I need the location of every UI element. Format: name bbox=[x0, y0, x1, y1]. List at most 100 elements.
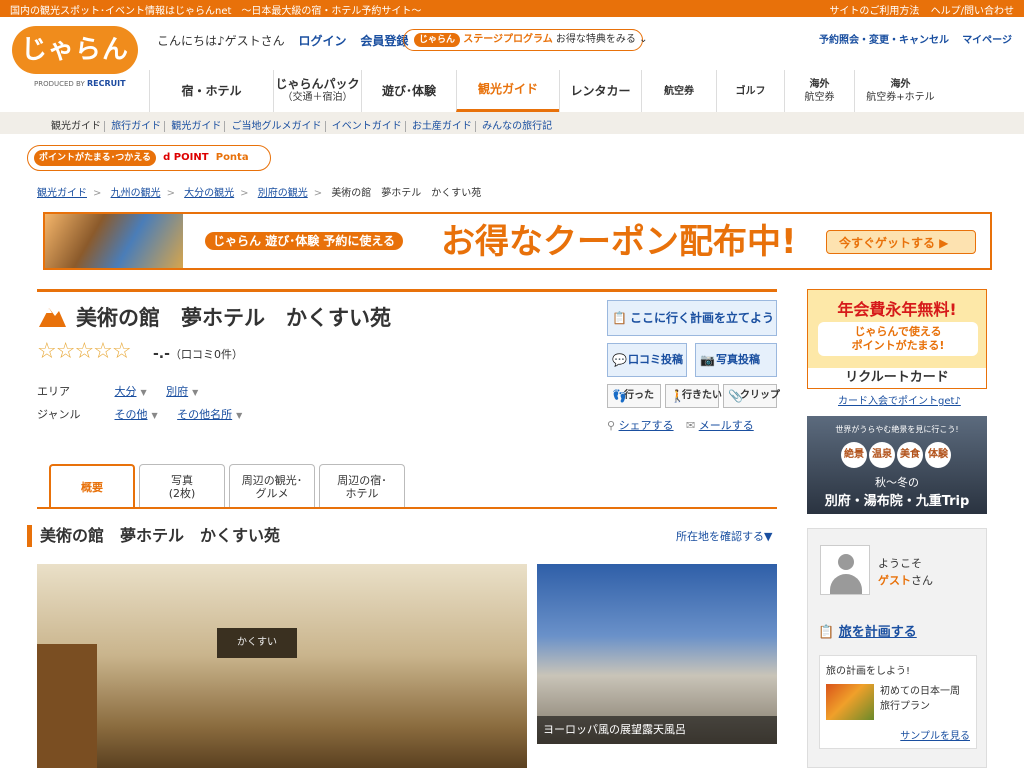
plan-trip-button[interactable]: 📋 ここに行く計画を立てよう bbox=[607, 300, 777, 336]
help-link[interactable]: ヘルプ/問い合わせ bbox=[931, 6, 1014, 17]
stage-name: ステージプログラム bbox=[463, 34, 553, 45]
genre-other-place-link[interactable]: その他名所 bbox=[177, 408, 232, 421]
rating-score: -.- bbox=[153, 346, 170, 362]
nav-overseas-hotel[interactable]: 海外 航空券+ホテル bbox=[854, 70, 946, 112]
rating-summary: -.-（口コミ0件） bbox=[153, 346, 243, 362]
tab-text: 写真 (2枚) bbox=[169, 474, 196, 500]
jalan-logo[interactable]: じゃらん bbox=[12, 26, 138, 74]
produced-by: PRODUCED BY RECRUIT bbox=[34, 79, 126, 88]
chevron-down-icon: ⌄ bbox=[639, 34, 648, 45]
subnav-sightseeing-guide[interactable]: 観光ガイド bbox=[168, 121, 226, 132]
coupon-banner[interactable]: じゃらん 遊び･体験 予約に使える お得なクーポン配布中! 今すぐゲットする ▶ bbox=[43, 212, 992, 270]
coupon-photos bbox=[45, 214, 183, 268]
recruit-foot: リクルートカード bbox=[808, 368, 986, 388]
points-banner[interactable]: ポイントがたまる･つかえる d POINT Ponta bbox=[27, 145, 271, 171]
sub-nav: 観光ガイド 旅行ガイド 観光ガイド ご当地グルメガイド イベントガイド お土産ガ… bbox=[0, 112, 1024, 134]
nav-flights[interactable]: 航空券 bbox=[641, 70, 716, 112]
plan-trip-label: ここに行く計画を立てよう bbox=[630, 311, 775, 325]
stage-program-button[interactable]: じゃらん ステージプログラム お得な特典をみる ⌄ bbox=[403, 29, 647, 51]
trip-tagline: 世界がうらやむ絶景を見に行こう! bbox=[835, 425, 959, 434]
nav-overseas-flights[interactable]: 海外 航空券 bbox=[784, 70, 854, 112]
dpoint-logo: d POINT bbox=[163, 152, 209, 163]
chevron-down-icon[interactable]: ▼ bbox=[152, 411, 158, 420]
main-photo[interactable]: かくすい bbox=[37, 564, 527, 768]
tab-label: 写真 bbox=[171, 473, 193, 487]
trip-season: 秋〜冬の bbox=[875, 476, 919, 489]
produced-by-label: PRODUCED BY bbox=[34, 80, 85, 88]
trip-badge: 絶景 bbox=[841, 442, 867, 468]
breadcrumb-kyushu[interactable]: 九州の観光 bbox=[111, 188, 161, 199]
side-photo[interactable]: ヨーロッパ風の展望露天風呂 bbox=[537, 564, 777, 744]
register-link[interactable]: 会員登録 bbox=[360, 34, 408, 48]
tab-overview[interactable]: 概要 bbox=[49, 464, 135, 509]
plan-box-title: 旅の計画をしよう! bbox=[826, 666, 911, 677]
title-rule bbox=[37, 289, 777, 292]
recruit-mid: じゃらんで使える ポイントがたまる! bbox=[818, 322, 978, 356]
share-icon: ⚲ bbox=[607, 419, 616, 432]
breadcrumb-oita[interactable]: 大分の観光 bbox=[184, 188, 234, 199]
breadcrumb-beppu[interactable]: 別府の観光 bbox=[258, 188, 308, 199]
post-review-button[interactable]: 💬 口コミ投稿 bbox=[607, 343, 687, 377]
share-link[interactable]: ⚲ シェアする bbox=[607, 417, 674, 433]
nav-golf[interactable]: ゴルフ bbox=[716, 70, 784, 112]
area-oita-link[interactable]: 大分 bbox=[115, 385, 137, 398]
breadcrumb-sep: > bbox=[313, 188, 323, 199]
coupon-get-button[interactable]: 今すぐゲットする ▶ bbox=[826, 230, 976, 254]
subnav-souvenir-guide[interactable]: お土産ガイド bbox=[408, 121, 476, 132]
walking-person-icon: 🚶 bbox=[670, 389, 685, 403]
paperclip-icon: 📎 bbox=[728, 389, 743, 403]
nav-label: レンタカー bbox=[570, 83, 631, 98]
rating-stars: ☆☆☆☆☆ bbox=[37, 339, 132, 364]
top-links: サイトのご利用方法 ヘルプ/問い合わせ bbox=[821, 2, 1014, 17]
mail-link[interactable]: ✉ メールする bbox=[686, 417, 754, 433]
nav-sightseeing[interactable]: 観光ガイド bbox=[456, 70, 559, 112]
chevron-down-icon[interactable]: ▼ bbox=[236, 411, 242, 420]
trip-ad[interactable]: 世界がうらやむ絶景を見に行こう! 絶景 温泉 美食 体験 秋〜冬の 別府・湯布院… bbox=[807, 416, 987, 514]
recruit-headline: 年会費永年無料! bbox=[837, 300, 957, 319]
login-link[interactable]: ログイン bbox=[299, 34, 347, 48]
review-count: （口コミ0件） bbox=[169, 348, 243, 361]
nav-rentacar[interactable]: レンタカー bbox=[559, 70, 641, 112]
mail-label: メールする bbox=[698, 419, 754, 432]
plan-trip-heading[interactable]: 📋 旅を計画する bbox=[818, 621, 917, 640]
guest-suffix: さん bbox=[911, 574, 933, 587]
card-signup-link[interactable]: カード入会でポイントget♪ bbox=[838, 392, 961, 407]
mountain-icon bbox=[39, 308, 66, 327]
tab-nearby-sightseeing[interactable]: 周辺の観光･ グルメ bbox=[229, 464, 315, 508]
genre-other-link[interactable]: その他 bbox=[115, 408, 148, 421]
plan-thumbnail[interactable] bbox=[826, 684, 874, 720]
post-photo-button[interactable]: 📷 写真投稿 bbox=[695, 343, 777, 377]
want-to-go-button[interactable]: 🚶 行きたい bbox=[665, 384, 722, 408]
spot-title: 美術の館 夢ホテル かくすい苑 bbox=[76, 306, 391, 330]
nav-label: ゴルフ bbox=[735, 85, 766, 97]
nav-label: 海外 bbox=[809, 79, 830, 90]
chevron-down-icon[interactable]: ▼ bbox=[141, 388, 147, 397]
nav-hotel[interactable]: 宿・ホテル bbox=[149, 70, 273, 112]
reservation-link[interactable]: 予約照会・変更・キャンセル bbox=[819, 35, 949, 46]
coupon-asobi-text: 遊び･体験 予約に使える bbox=[265, 234, 396, 248]
tab-photos[interactable]: 写真 (2枚) bbox=[139, 464, 225, 508]
subnav-gourmet-guide[interactable]: ご当地グルメガイド bbox=[228, 121, 326, 132]
sample-link[interactable]: サンプルを見る bbox=[900, 727, 970, 742]
subnav-event-guide[interactable]: イベントガイド bbox=[328, 121, 406, 132]
usage-guide-link[interactable]: サイトのご利用方法 bbox=[829, 6, 919, 17]
clip-button[interactable]: 📎 クリップ bbox=[723, 384, 780, 408]
breadcrumb-sightseeing[interactable]: 観光ガイド bbox=[37, 188, 87, 199]
tab-nearby-hotels[interactable]: 周辺の宿･ ホテル bbox=[319, 464, 405, 508]
genre-row: ジャンル その他 ▼ その他名所 ▼ bbox=[37, 406, 258, 422]
area-beppu-link[interactable]: 別府 bbox=[166, 385, 188, 398]
subnav-travelogue[interactable]: みんなの旅行記 bbox=[479, 121, 555, 132]
location-link[interactable]: 所在地を確認する▼ bbox=[676, 528, 772, 544]
subnav-travel-guide[interactable]: 旅行ガイド bbox=[108, 121, 166, 132]
recruit-card-ad[interactable]: 年会費永年無料! じゃらんで使える ポイントがたまる! リクルートカード bbox=[807, 289, 987, 389]
went-button[interactable]: 👣 行った bbox=[607, 384, 661, 408]
mypage-link[interactable]: マイページ bbox=[962, 35, 1012, 46]
breadcrumb-sep: > bbox=[240, 188, 249, 199]
nav-pack[interactable]: じゃらんパック （交通＋宿泊） bbox=[273, 70, 361, 112]
chevron-down-icon[interactable]: ▼ bbox=[192, 388, 198, 397]
breadcrumb-sep: > bbox=[93, 188, 102, 199]
nav-activity[interactable]: 遊び･体験 bbox=[361, 70, 456, 112]
recruit-mid-line1: じゃらんで使える bbox=[854, 325, 942, 338]
post-photo-label: 写真投稿 bbox=[716, 353, 760, 366]
went-label: 行った bbox=[624, 390, 654, 401]
